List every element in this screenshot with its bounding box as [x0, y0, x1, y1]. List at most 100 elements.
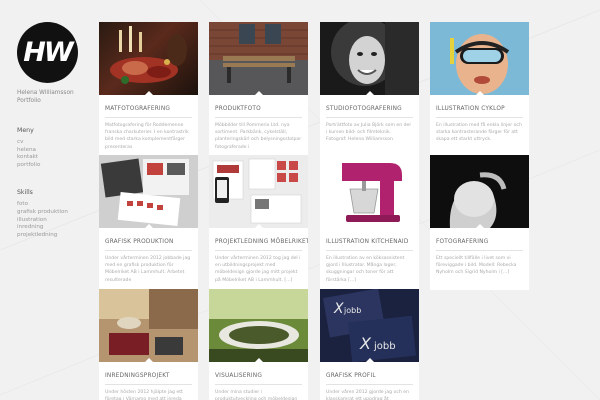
card-title[interactable]: FOTOGRAFERING [436, 239, 523, 246]
portfolio-card-grafisk-profil[interactable]: X jobb X jobb GRAFISK PROFIL Under våren… [320, 289, 419, 400]
owner-subtitle: Portfolio [17, 98, 41, 104]
logo-text: HW [23, 37, 73, 68]
thumbnail-pointer [253, 91, 264, 95]
card-title[interactable]: VISUALISERING [215, 373, 302, 380]
portfolio-card-illustration-cyklop[interactable]: ILLUSTRATION CYKLOP En illustration med … [430, 22, 529, 157]
interior-photo-image [99, 289, 198, 362]
thumbnail-pointer [143, 358, 154, 362]
card-divider [436, 117, 523, 118]
skill-item-foto[interactable]: foto [17, 201, 89, 209]
menu-item-portfolio[interactable]: portfolio [17, 162, 89, 170]
skill-item-inredning[interactable]: inredning [17, 224, 89, 232]
card-title[interactable]: PRODUKTFOTO [215, 106, 302, 113]
card-title[interactable]: ILLUSTRATION CYKLOP [436, 106, 523, 113]
thumbnail-pointer [253, 358, 264, 362]
thumbnail-pointer [474, 224, 485, 228]
card-thumbnail[interactable] [99, 22, 198, 95]
card-divider [215, 384, 302, 385]
card-description: En illustration av en köksassistent gjor… [326, 256, 405, 283]
card-thumbnail[interactable] [320, 155, 419, 228]
skill-item-projektledning[interactable]: projektledning [17, 232, 89, 240]
skills-list: foto grafisk produktion illustration inr… [17, 201, 89, 239]
cyclops-illustration-image [430, 22, 529, 95]
card-thumbnail[interactable] [209, 155, 308, 228]
project-collage-image [209, 155, 308, 228]
card-description: Under hösten 2012 hjälpte jag ett företa… [105, 390, 183, 400]
thumbnail-pointer [143, 224, 154, 228]
portfolio-card-produktfoto[interactable]: PRODUKTFOTO Möbbilder till Pommerix Ltd.… [209, 22, 308, 157]
card-divider [326, 250, 413, 251]
card-description: Under vårterminen 2012 jobbade jag med e… [105, 256, 191, 283]
thumbnail-pointer [143, 91, 154, 95]
portrait-photo-image [331, 22, 419, 95]
card-title[interactable]: MATFOTOGRAFERING [105, 106, 192, 113]
menu-item-kontakt[interactable]: kontakt [17, 154, 89, 162]
card-description: Porträttfoto av Julia Björk som en del i… [326, 123, 411, 143]
card-thumbnail[interactable] [99, 155, 198, 228]
thumbnail-pointer [253, 224, 264, 228]
card-description: Möbbilder till Pommerix Ltd. nya sortime… [215, 123, 302, 150]
jobb-logo-text-large: jobb [373, 341, 396, 352]
card-description: En illustration med få enkla linjer och … [436, 123, 522, 143]
thumbnail-pointer [364, 358, 375, 362]
card-description: Under vårterminen 2012 tog jag del i en … [215, 256, 301, 283]
card-title[interactable]: PROJEKTLEDNING MÖBELRIKET [215, 239, 308, 246]
thumbnail-pointer [364, 224, 375, 228]
skills-heading: Skills [17, 189, 33, 197]
card-description: Matfotografering för Roddemenne franska … [105, 123, 189, 150]
skill-item-illustration[interactable]: illustration [17, 217, 89, 225]
card-description: Under mina studier i produktutveckling o… [215, 390, 298, 400]
portfolio-card-projektledning-mobelriket[interactable]: PROJEKTLEDNING MÖBELRIKET Under vårtermi… [209, 155, 308, 290]
pregnancy-photo-image [430, 155, 529, 228]
kitchenaid-illustration-image [320, 155, 419, 228]
owner-info: Helena Williamsson Portfolio [17, 89, 89, 105]
thumbnail-pointer [474, 91, 485, 95]
menu-item-cv[interactable]: cv [17, 139, 89, 147]
card-divider [326, 117, 413, 118]
card-thumbnail[interactable]: X jobb X jobb [320, 289, 419, 362]
card-divider [215, 250, 302, 251]
bench-photo-image [209, 22, 308, 95]
card-title[interactable]: ILLUSTRATION KITCHENAID [326, 239, 413, 246]
menu-heading: Meny [17, 127, 34, 134]
owner-name: Helena Williamsson [17, 90, 74, 96]
portfolio-card-illustration-kitchenaid[interactable]: ILLUSTRATION KITCHENAID En illustration … [320, 155, 419, 290]
card-title[interactable]: GRAFISK PRODUKTION [105, 239, 192, 246]
jobb-logo-text: jobb [343, 306, 361, 315]
card-thumbnail[interactable] [209, 289, 308, 362]
graphic-profile-image: X jobb X jobb [320, 289, 419, 362]
portfolio-card-visualisering[interactable]: VISUALISERING Under mina studier i produ… [209, 289, 308, 400]
food-photo-image [110, 26, 187, 84]
print-material-image [99, 155, 198, 228]
card-thumbnail[interactable] [320, 22, 419, 95]
portfolio-card-grafisk-produktion[interactable]: GRAFISK PRODUKTION Under vårterminen 201… [99, 155, 198, 290]
card-divider [105, 117, 192, 118]
card-divider [436, 250, 523, 251]
card-divider [215, 117, 302, 118]
card-thumbnail[interactable] [99, 289, 198, 362]
jobb-logo-x-large: X [359, 334, 372, 353]
card-thumbnail[interactable] [209, 22, 308, 95]
portfolio-card-fotografering[interactable]: FOTOGRAFERING Ett speciellt tillfälle i … [430, 155, 529, 290]
card-thumbnail[interactable] [430, 22, 529, 95]
menu-list: cv helena kontakt portfolio [17, 139, 89, 169]
card-title[interactable]: INREDNINGSPROJEKT [105, 373, 192, 380]
card-description: Under våren 2012 gjorde jag och en klass… [326, 390, 409, 400]
card-thumbnail[interactable] [430, 155, 529, 228]
thumbnail-pointer [364, 91, 375, 95]
portfolio-card-matfotografering[interactable]: MATFOTOGRAFERING Matfotografering för Ro… [99, 22, 198, 157]
card-title[interactable]: GRAFISK PROFIL [326, 373, 413, 380]
card-divider [105, 384, 192, 385]
portfolio-card-studiofotografering[interactable]: STUDIOFOTOGRAFERING Porträttfoto av Juli… [320, 22, 419, 157]
menu-item-helena[interactable]: helena [17, 147, 89, 155]
sidebar: HW Helena Williamsson Portfolio Meny cv … [17, 22, 89, 239]
jobb-logo-x: X [333, 301, 344, 317]
portfolio-card-inredningsprojekt[interactable]: INREDNINGSPROJEKT Under hösten 2012 hjäl… [99, 289, 198, 400]
card-divider [105, 250, 192, 251]
site-logo[interactable]: HW [17, 22, 78, 83]
card-title[interactable]: STUDIOFOTOGRAFERING [326, 106, 413, 113]
card-description: Ett speciellt tillfälle i livet som vi f… [436, 256, 517, 276]
card-divider [326, 384, 413, 385]
skill-item-grafisk-produktion[interactable]: grafisk produktion [17, 209, 89, 217]
visualisation-render-image [209, 289, 308, 362]
